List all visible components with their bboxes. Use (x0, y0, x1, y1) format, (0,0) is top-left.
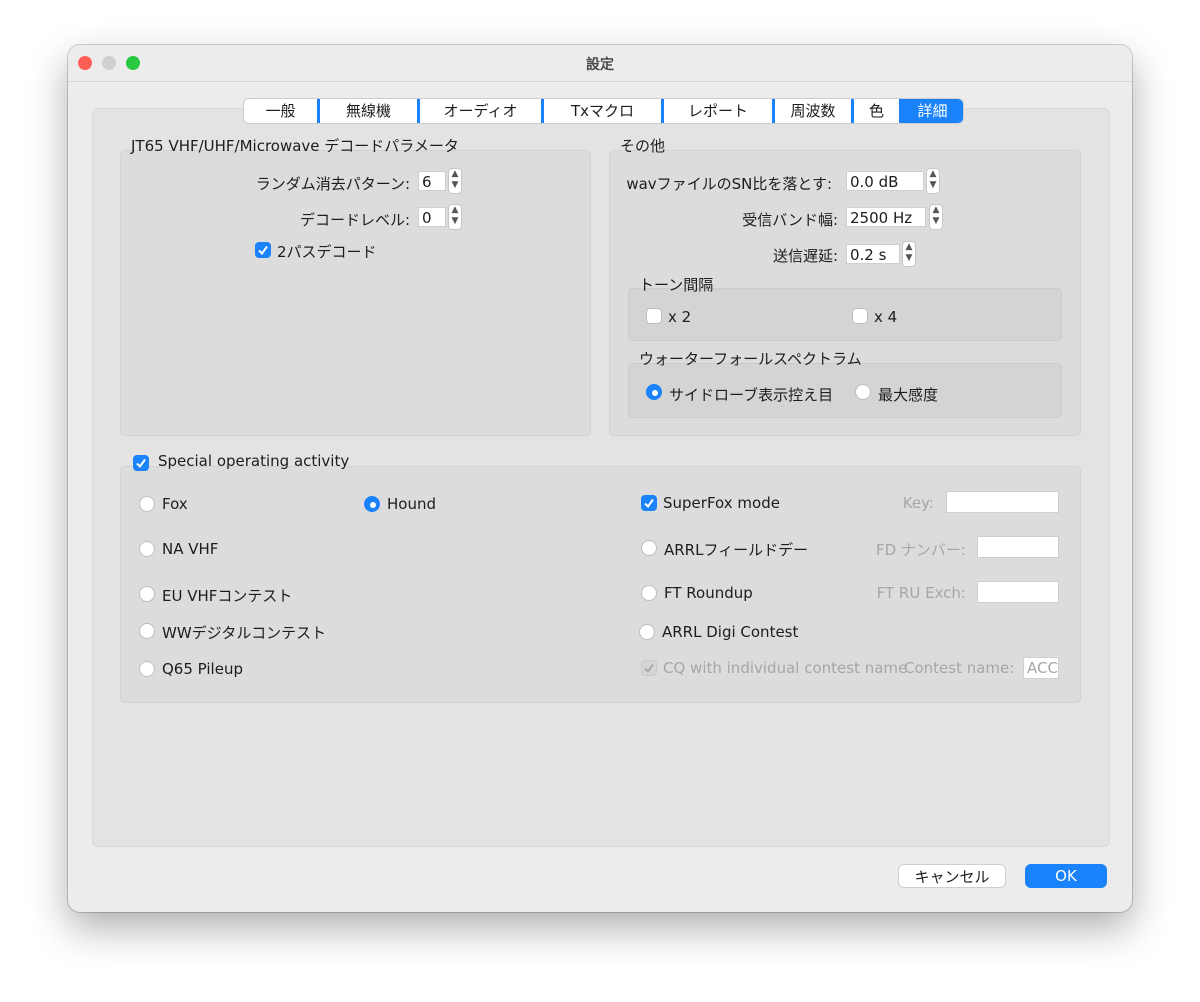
contest-name-label: Contest name: (904, 659, 1015, 677)
settings-window: 設定 一般 無線機 オーディオ Txマクロ レポート 周波数 色 詳細 JT65… (68, 45, 1132, 912)
degrade-snr-stepper[interactable]: ▲ ▼ (926, 168, 940, 194)
degrade-snr-label: wavファイルのSN比を落とす: (626, 175, 832, 193)
waterfall-title: ウォーターフォールスペクトラム (639, 350, 862, 368)
ft-roundup-label: FT Roundup (664, 584, 753, 602)
na-vhf-radio[interactable] (139, 541, 155, 557)
eu-vhf-label: EU VHFコンテスト (162, 587, 293, 605)
arrl-field-day-radio[interactable] (641, 540, 657, 556)
eu-vhf-radio[interactable] (139, 586, 155, 602)
rx-bandwidth-label: 受信バンド幅: (742, 211, 838, 229)
random-erasure-stepper[interactable]: ▲ ▼ (448, 168, 462, 194)
tab-frequencies[interactable]: 周波数 (775, 99, 854, 123)
tab-advanced[interactable]: 詳細 (902, 99, 963, 123)
checkmark-icon (258, 245, 268, 256)
superfox-label: SuperFox mode (663, 494, 780, 512)
special-activity-checkbox[interactable] (133, 455, 149, 471)
fox-label: Fox (162, 495, 188, 513)
two-pass-checkbox[interactable] (255, 242, 271, 258)
arrl-digi-radio[interactable] (639, 624, 655, 640)
superfox-checkbox[interactable] (641, 495, 657, 511)
low-sidelobes-radio[interactable] (646, 384, 662, 400)
decode-level-label: デコードレベル: (299, 211, 410, 229)
tab-bar: 一般 無線機 オーディオ Txマクロ レポート 周波数 色 詳細 (243, 98, 964, 124)
cancel-button[interactable]: キャンセル (898, 864, 1006, 888)
decode-level-stepper[interactable]: ▲ ▼ (448, 204, 462, 230)
random-erasure-spinbox[interactable]: 6 (418, 171, 446, 191)
max-sensitivity-radio[interactable] (855, 384, 871, 400)
tone-x4-checkbox[interactable] (852, 308, 868, 324)
contest-name-input[interactable]: ACC (1023, 657, 1059, 679)
jt65-group-title: JT65 VHF/UHF/Microwave デコードパラメータ (131, 137, 459, 155)
special-activity-title: Special operating activity (158, 452, 350, 470)
key-input[interactable] (946, 491, 1059, 513)
decode-level-spinbox[interactable]: 0 (418, 207, 446, 227)
checkmark-icon (136, 458, 146, 469)
checkmark-icon (644, 663, 654, 674)
q65-pileup-radio[interactable] (139, 661, 155, 677)
tab-tx-macros[interactable]: Txマクロ (544, 99, 664, 123)
na-vhf-label: NA VHF (162, 540, 219, 558)
max-sensitivity-label: 最大感度 (878, 386, 939, 404)
checkmark-icon (644, 498, 654, 509)
q65-pileup-label: Q65 Pileup (162, 660, 243, 678)
degrade-snr-spinbox[interactable]: 0.0 dB (846, 171, 924, 191)
tx-delay-spinbox[interactable]: 0.2 s (846, 244, 900, 264)
tx-delay-label: 送信遅延: (772, 247, 838, 265)
hound-label: Hound (387, 495, 436, 513)
hound-radio[interactable] (364, 496, 380, 512)
tx-delay-stepper[interactable]: ▲ ▼ (902, 241, 916, 267)
arrl-digi-label: ARRL Digi Contest (662, 623, 799, 641)
tone-x4-label: x 4 (874, 308, 898, 326)
low-sidelobes-label: サイドローブ表示控え目 (669, 386, 834, 404)
misc-group-title: その他 (620, 137, 666, 155)
key-label: Key: (902, 494, 934, 512)
cq-individual-label: CQ with individual contest name (663, 659, 908, 677)
fd-number-input[interactable] (977, 536, 1059, 558)
fox-radio[interactable] (139, 496, 155, 512)
fd-number-label: FD ナンバー: (875, 541, 966, 559)
title-bar: 設定 (68, 45, 1132, 82)
tone-spacing-group (628, 288, 1062, 341)
tab-radio[interactable]: 無線機 (320, 99, 420, 123)
ww-digi-label: WWデジタルコンテスト (162, 624, 327, 642)
random-erasure-label: ランダム消去パターン: (255, 175, 410, 193)
tab-reporting[interactable]: レポート (664, 99, 775, 123)
ww-digi-radio[interactable] (139, 623, 155, 639)
tab-general[interactable]: 一般 (244, 99, 320, 123)
tone-x2-label: x 2 (668, 308, 692, 326)
arrl-field-day-label: ARRLフィールドデー (664, 541, 809, 559)
ft-roundup-radio[interactable] (641, 585, 657, 601)
tone-spacing-title: トーン間隔 (639, 276, 714, 294)
tone-x2-checkbox[interactable] (646, 308, 662, 324)
two-pass-label: 2パスデコード (277, 243, 377, 261)
ft-ru-exch-input[interactable] (977, 581, 1059, 603)
ok-button[interactable]: OK (1025, 864, 1107, 888)
cq-individual-checkbox[interactable] (641, 660, 657, 676)
tab-audio[interactable]: オーディオ (420, 99, 544, 123)
rx-bandwidth-stepper[interactable]: ▲ ▼ (929, 204, 943, 230)
window-title: 設定 (586, 57, 614, 73)
rx-bandwidth-spinbox[interactable]: 2500 Hz (846, 207, 926, 227)
ft-ru-exch-label: FT RU Exch: (876, 584, 966, 602)
tab-colors[interactable]: 色 (854, 99, 902, 123)
